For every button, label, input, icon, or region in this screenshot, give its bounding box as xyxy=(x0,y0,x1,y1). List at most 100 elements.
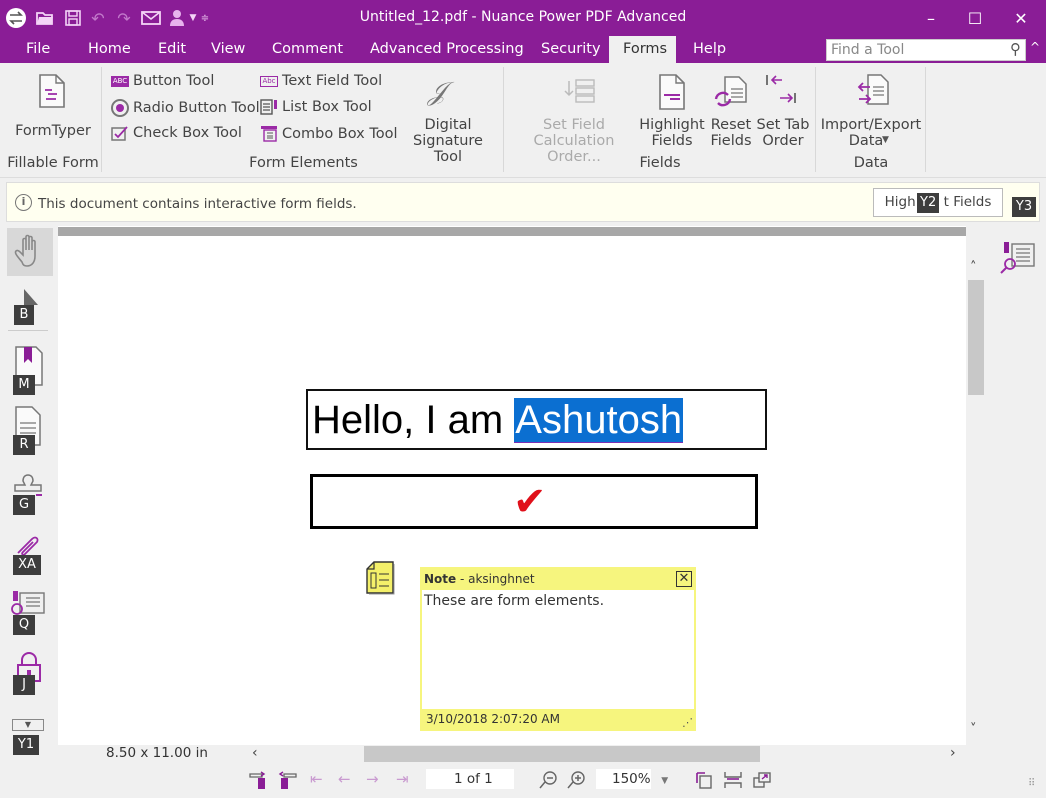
zoom-out-button[interactable] xyxy=(538,770,560,790)
tab-help[interactable]: Help xyxy=(683,36,736,63)
tab-home[interactable]: Home xyxy=(78,36,141,63)
set-tab-order-button[interactable]: Set Tab Order xyxy=(756,69,810,149)
form-fields-panel-button[interactable]: Q xyxy=(8,587,52,635)
close-button[interactable]: ✕ xyxy=(998,0,1044,36)
pages-content-panel-button[interactable]: R xyxy=(8,405,52,455)
panel-options-dropdown[interactable]: ▼ Y1 xyxy=(8,715,52,763)
check-box-tool-label: Check Box Tool xyxy=(133,125,242,141)
button-tool-icon: ABC xyxy=(111,75,129,87)
note-header: Note - aksinghnet ✕ xyxy=(422,569,694,590)
next-page-icon[interactable]: → xyxy=(366,770,388,790)
minimize-button[interactable]: – xyxy=(908,0,954,36)
form-info-bar: i This document contains interactive for… xyxy=(6,182,1040,222)
vertical-scroll-thumb[interactable] xyxy=(968,280,984,395)
keytip-g: G xyxy=(13,495,35,515)
keytip-y3: Y3 xyxy=(1012,197,1036,217)
keytip-m: M xyxy=(13,375,35,395)
scroll-right-icon[interactable]: › xyxy=(950,745,956,761)
radio-button-icon xyxy=(111,99,129,117)
highlight-fields-label-2: Fields xyxy=(651,133,693,149)
group-separator xyxy=(925,67,926,172)
search-list-icon xyxy=(1000,242,1035,274)
previous-page-icon[interactable]: ← xyxy=(338,770,360,790)
security-panel-button[interactable]: J xyxy=(8,647,52,695)
group-separator xyxy=(815,67,816,172)
tab-advanced-processing[interactable]: Advanced Processing xyxy=(360,36,534,63)
window-resize-grip-icon[interactable]: ⠿ xyxy=(1028,778,1035,789)
keytip-q: Q xyxy=(13,615,35,635)
reset-fields-label-2: Fields xyxy=(710,133,752,149)
last-page-icon[interactable]: ⇥ xyxy=(396,770,418,790)
page-top-edge xyxy=(58,227,966,236)
note-close-icon[interactable]: ✕ xyxy=(676,571,692,587)
stamps-panel-button[interactable]: G xyxy=(8,467,52,515)
bookmarks-panel-button[interactable]: M xyxy=(8,345,52,395)
form-checkbox-field[interactable]: ✔ xyxy=(310,474,758,529)
horizontal-scroll-thumb[interactable] xyxy=(364,746,760,762)
hand-tool-button[interactable] xyxy=(7,228,53,276)
collapse-ribbon-icon[interactable]: ^ xyxy=(1030,40,1040,54)
scroll-down-icon[interactable]: ˅ xyxy=(970,722,977,737)
highlight-fields-label-1: Highlight xyxy=(639,117,705,133)
radio-button-tool-label: Radio Button Tool xyxy=(133,100,260,116)
maximize-button[interactable]: ☐ xyxy=(952,0,998,36)
tab-security[interactable]: Security xyxy=(531,36,611,63)
note-body[interactable]: These are form elements. xyxy=(424,593,604,609)
resize-grip-icon[interactable]: ⋰ xyxy=(682,717,693,729)
first-page-icon[interactable]: ⇤ xyxy=(310,770,332,790)
zoom-level-select[interactable]: 150% ▼ xyxy=(596,769,676,789)
rotate-right-button[interactable] xyxy=(276,770,298,790)
fit-width-icon xyxy=(724,772,742,788)
pages-panel-button[interactable]: B xyxy=(8,287,52,335)
attachments-panel-button[interactable]: XA xyxy=(8,527,52,575)
scroll-left-icon[interactable]: ‹ xyxy=(252,745,258,761)
info-icon: i xyxy=(15,194,32,211)
note-popup[interactable]: Note - aksinghnet ✕ These are form eleme… xyxy=(420,567,696,731)
formtyper-label: FormTyper xyxy=(15,123,91,139)
new-window-button[interactable] xyxy=(752,770,774,790)
list-box-tool[interactable]: List Box Tool xyxy=(260,99,372,115)
zoom-in-button[interactable] xyxy=(566,770,588,790)
highlight-fields-button[interactable]: Highlight Fields xyxy=(638,69,706,149)
formtyper-button[interactable]: FormTyper xyxy=(10,69,96,149)
find-tool-input[interactable]: Find a Tool ⚲ xyxy=(826,39,1026,61)
reset-fields-button[interactable]: Reset Fields xyxy=(708,69,754,149)
selected-text: Ashutosh xyxy=(514,398,684,443)
page-layout-button[interactable] xyxy=(694,770,716,790)
rotate-counterclockwise-icon xyxy=(249,771,266,789)
text-field-icon: Abc xyxy=(260,75,278,87)
tab-edit[interactable]: Edit xyxy=(148,36,196,63)
button-tool[interactable]: ABC Button Tool xyxy=(111,73,214,89)
text-field-tool[interactable]: Abc Text Field Tool xyxy=(260,73,382,89)
import-export-data-button[interactable]: Import/Export Data ▼ xyxy=(818,69,924,149)
fit-width-button[interactable] xyxy=(723,770,745,790)
tab-view[interactable]: View xyxy=(201,36,255,63)
search-icon[interactable]: ⚲ xyxy=(1010,39,1021,59)
note-annotation-icon[interactable] xyxy=(366,561,395,596)
horizontal-scrollbar[interactable]: ‹ › xyxy=(246,745,966,763)
list-box-icon xyxy=(260,99,277,115)
check-box-tool[interactable]: Check Box Tool xyxy=(111,125,242,141)
search-panel-button[interactable] xyxy=(1000,241,1036,279)
combo-box-icon xyxy=(261,126,277,142)
zoom-out-icon xyxy=(539,771,557,789)
note-author: - aksinghnet xyxy=(456,572,535,586)
group-separator xyxy=(503,67,504,172)
tab-forms[interactable]: Forms xyxy=(609,36,676,63)
scroll-up-icon[interactable]: ˄ xyxy=(970,260,977,275)
name-text-field[interactable]: Hello, I am Ashutosh xyxy=(306,389,767,450)
combo-box-tool[interactable]: Combo Box Tool xyxy=(260,125,398,142)
rotate-left-button[interactable] xyxy=(248,770,270,790)
group-label-form-elements: Form Elements xyxy=(249,155,358,171)
page-number-input[interactable]: 1 of 1 xyxy=(426,769,514,789)
digital-signature-tool[interactable]: 𝒥 Digital Signature Tool xyxy=(398,69,498,165)
find-tool-placeholder: Find a Tool xyxy=(831,42,905,58)
page-size: 8.50 x 11.00 in xyxy=(106,745,208,761)
tab-file[interactable]: File xyxy=(16,36,60,63)
vertical-scrollbar[interactable]: ˄ ˅ xyxy=(966,226,986,745)
formtyper-icon xyxy=(38,73,66,113)
tab-comment[interactable]: Comment xyxy=(262,36,353,63)
signature-icon: 𝒥 xyxy=(428,77,446,107)
radio-button-tool[interactable]: Radio Button Tool xyxy=(111,99,260,117)
combo-box-tool-label: Combo Box Tool xyxy=(282,125,398,142)
